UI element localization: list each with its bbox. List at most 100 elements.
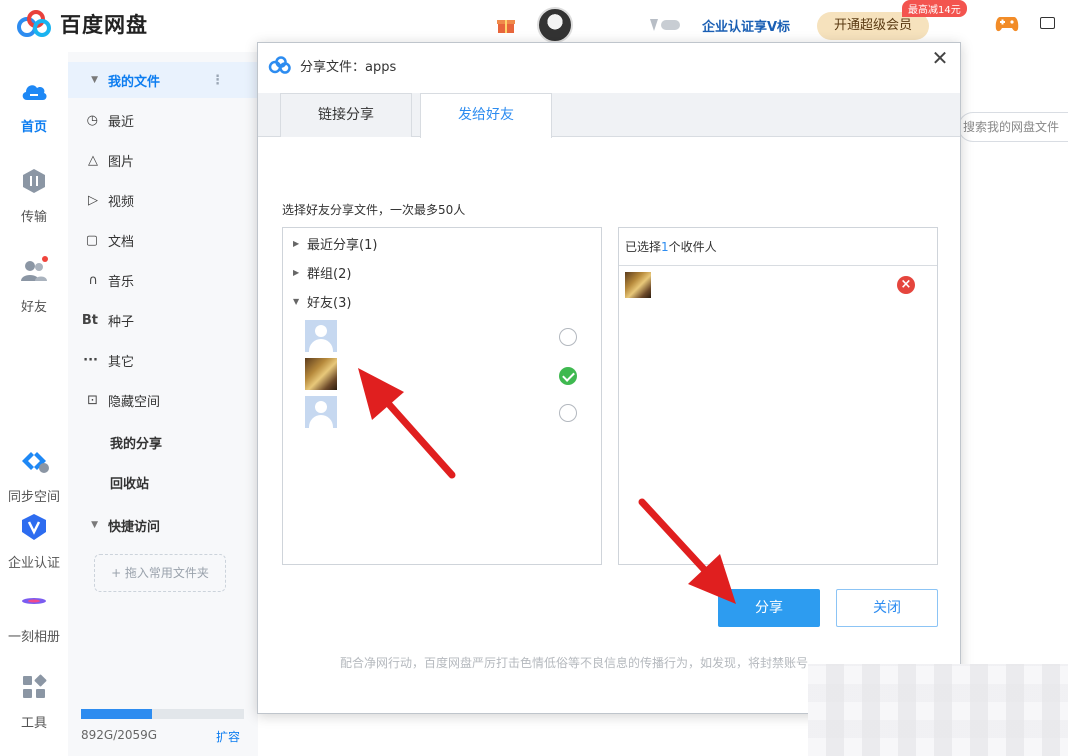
sidebar-item-recent[interactable]: ◷ 最近 [68, 102, 258, 138]
rail-label: 传输 [20, 210, 47, 225]
enterprise-verify-link[interactable]: 企业认证享V标 [702, 16, 790, 35]
close-icon[interactable]: ✕ [926, 45, 954, 71]
rail-label: 好友 [20, 300, 47, 315]
friend-avatar[interactable] [305, 396, 337, 428]
gift-icon[interactable] [496, 15, 516, 35]
friend-select-radio-checked[interactable] [559, 367, 577, 385]
sidebar-item-others[interactable]: ··· 其它 [68, 342, 258, 378]
document-icon: ▢ [85, 232, 98, 248]
sidebar-item-images[interactable]: △ 图片 [68, 142, 258, 178]
sidebar-item-label: 隐藏空间 [108, 394, 161, 410]
share-dialog: 分享文件：apps ✕ 链接分享 发给好友 选择好友分享文件，一次最多50人 ▶… [257, 42, 961, 714]
rail-label: 一刻相册 [7, 630, 60, 645]
album-icon [22, 598, 46, 604]
app-logo[interactable]: 百度网盘 [16, 9, 148, 39]
share-tabs: 链接分享 发给好友 [258, 93, 960, 138]
sidebar-quick-access[interactable]: ▼ 快捷访问 [68, 507, 258, 543]
drag-folder-dropzone[interactable]: + 拖入常用文件夹 [94, 554, 226, 592]
sidebar-item-label: 音乐 [108, 274, 135, 290]
sidebar-item-label: 其它 [108, 354, 135, 370]
dialog-title: 分享文件：apps [300, 60, 397, 75]
file-sidebar: ▼ 我的文件 ⋮ ◷ 最近 △ 图片 ▷ 视频 ▢ 文档 ∩ 音乐 Bt 种子 [68, 52, 258, 756]
sidebar-recycle-bin[interactable]: 回收站 [68, 464, 258, 500]
tab-link-share[interactable]: 链接分享 [280, 93, 412, 137]
close-button[interactable]: 关闭 [836, 589, 938, 627]
rail-sync-space[interactable]: 同步空间 [0, 446, 68, 505]
play-icon: ▷ [88, 192, 98, 208]
rail-home[interactable]: 首页 [0, 76, 68, 135]
rail-album[interactable]: 一刻相册 [0, 586, 68, 645]
rail-label: 企业认证 [7, 556, 60, 571]
baidu-netdisk-app: 百度网盘 企业认证享V标 开通超级会员 最高减14元 首页 传输 好友 同步空间… [0, 0, 1068, 756]
dialog-header: 分享文件：apps ✕ [258, 43, 960, 87]
share-button[interactable]: 分享 [718, 589, 820, 627]
sidebar-item-documents[interactable]: ▢ 文档 [68, 222, 258, 258]
left-rail: 首页 传输 好友 同步空间 企业认证 一刻相册 工具 [0, 52, 68, 756]
sidebar-item-hidden-space[interactable]: ⊡ 隐藏空间 [68, 382, 258, 418]
rail-label: 工具 [20, 716, 47, 731]
sidebar-item-videos[interactable]: ▷ 视频 [68, 182, 258, 218]
remove-recipient-icon[interactable]: × [897, 276, 915, 294]
tree-label: 群组(2) [307, 267, 352, 282]
user-avatar[interactable] [537, 7, 573, 43]
tab-send-to-friends[interactable]: 发给好友 [420, 93, 552, 138]
sidebar-item-label: 我的分享 [110, 436, 163, 452]
bt-icon: Bt [81, 312, 98, 328]
enterprise-verify-icon [22, 514, 46, 540]
selected-count: 1 [661, 240, 669, 254]
tree-friends[interactable]: ▼ 好友(3) [293, 292, 351, 311]
sidebar-item-torrents[interactable]: Bt 种子 [68, 302, 258, 338]
more-options-icon[interactable]: ⋮ [211, 73, 224, 88]
recipient-avatar [625, 272, 651, 298]
lock-icon: ⊡ [87, 392, 98, 408]
policy-notice: 配合净网行动，百度网盘严厉打击色情低俗等不良信息的传播行为，如发现，将封禁账号。 [340, 656, 821, 670]
mail-icon[interactable] [1040, 17, 1055, 29]
tree-groups[interactable]: ▶ 群组(2) [293, 263, 351, 282]
sidebar-my-share[interactable]: 我的分享 [68, 424, 258, 460]
sidebar-item-label: 我的文件 [108, 74, 161, 90]
sidebar-item-music[interactable]: ∩ 音乐 [68, 262, 258, 298]
sidebar-item-label: 图片 [108, 154, 135, 170]
sidebar-item-label: 种子 [108, 314, 135, 330]
tree-recent-shares[interactable]: ▶ 最近分享(1) [293, 234, 377, 253]
sidebar-item-label: 快捷访问 [108, 519, 161, 535]
selected-recipients-panel: 已选择1个收件人 × [618, 227, 938, 565]
home-cloud-icon [22, 85, 47, 100]
rail-friends[interactable]: 好友 [0, 256, 68, 315]
image-icon: △ [88, 152, 98, 168]
rail-enterprise[interactable]: 企业认证 [0, 512, 68, 571]
friend-picker-panel: ▶ 最近分享(1) ▶ 群组(2) ▼ 好友(3) [282, 227, 602, 565]
friend-select-hint: 选择好友分享文件，一次最多50人 [282, 203, 466, 217]
gamepad-icon[interactable] [995, 15, 1019, 33]
friend-select-radio[interactable] [559, 404, 577, 422]
rail-tools[interactable]: 工具 [0, 672, 68, 731]
baidu-cloud-logo-icon [268, 56, 291, 74]
rail-label: 同步空间 [7, 490, 60, 505]
sidebar-item-label: 最近 [108, 114, 135, 130]
search-input[interactable]: 搜索我的网盘文件 [958, 112, 1068, 142]
caret-down-icon: ▼ [91, 520, 98, 530]
more-icon: ··· [83, 352, 98, 368]
clock-icon: ◷ [86, 112, 98, 128]
app-title: 百度网盘 [60, 13, 148, 37]
friend-avatar[interactable] [305, 358, 337, 390]
expand-storage-link[interactable]: 扩容 [216, 728, 240, 745]
selected-count-header: 已选择1个收件人 [619, 228, 937, 266]
promo-badge: 最高减14元 [902, 0, 967, 17]
storage-usage-fill [81, 709, 152, 719]
friend-avatar[interactable] [305, 320, 337, 352]
caret-right-icon: ▶ [293, 239, 300, 248]
sidebar-item-label: 文档 [108, 234, 135, 250]
baidu-cloud-logo-icon [17, 10, 51, 37]
caret-down-icon: ▼ [91, 75, 98, 85]
sidebar-my-files[interactable]: ▼ 我的文件 ⋮ [68, 62, 258, 98]
storage-usage-bar [81, 709, 244, 719]
caret-down-icon: ▼ [293, 297, 300, 306]
friends-icon [21, 256, 48, 281]
sidebar-item-label: 回收站 [110, 476, 150, 492]
sync-space-icon [22, 452, 49, 473]
rail-transfer[interactable]: 传输 [0, 166, 68, 225]
vip-level-icon[interactable] [648, 16, 682, 34]
friend-select-radio[interactable] [559, 328, 577, 346]
sidebar-item-label: 视频 [108, 194, 135, 210]
